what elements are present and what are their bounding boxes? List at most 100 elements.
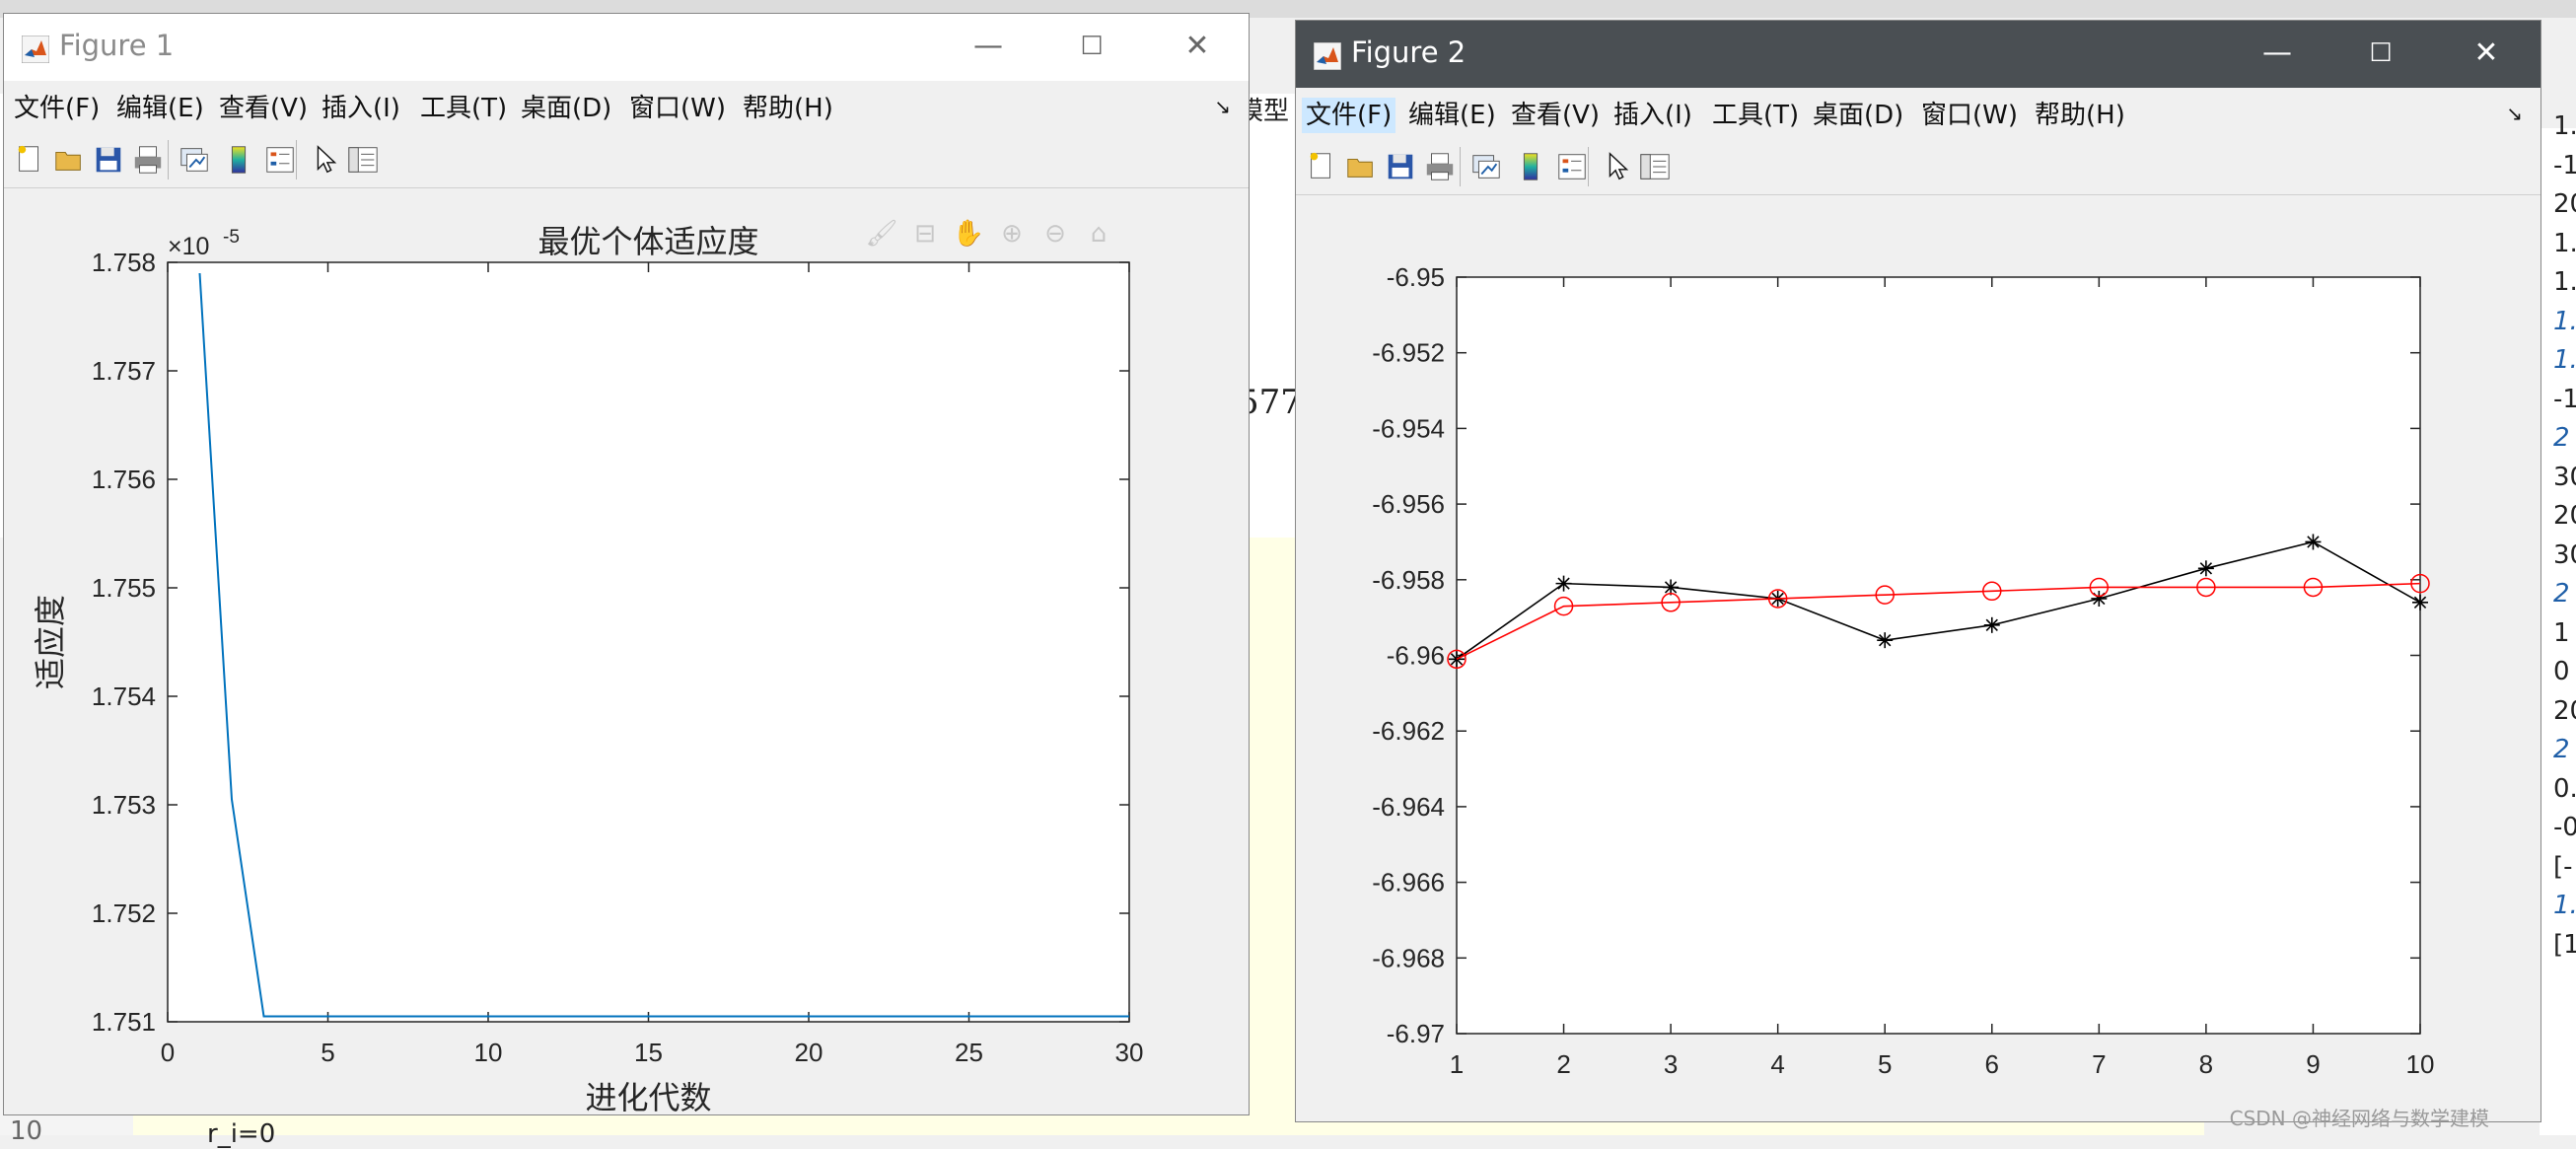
menu-item[interactable]: 帮助(H) <box>739 91 837 126</box>
workspace-value-cell: -1 <box>2553 150 2576 180</box>
menu-item[interactable]: 文件(F) <box>10 91 104 126</box>
workspace-value-cell: 2 <box>2553 735 2570 764</box>
y-tick-label: -6.962 <box>1372 716 1445 746</box>
y-tick-label: 1.751 <box>92 1007 156 1037</box>
figure1-window[interactable]: Figure 1 — ☐ ✕ 文件(F) 编辑(E) 查看(V) 插入(I) 工具(T)… <box>3 13 1250 1115</box>
x-tick-label: 30 <box>1115 1038 1144 1067</box>
save-icon[interactable] <box>91 142 126 178</box>
menu-item[interactable]: 桌面(D) <box>517 91 615 126</box>
workspace-values-column[interactable]: 1. -1 20 1. 1. 1. 1. -1 2 30 20 30 2 1 0 20 2 0. -0 [- 1. [1 <box>2540 111 2576 1135</box>
figure1-chart[interactable]: 0 5 10 15 20 25 30 1.751 1.752 1.753 1.754 1.755 1.7… <box>4 191 1249 1113</box>
menu-item[interactable]: 编辑(E) <box>1404 98 1500 133</box>
menu-dock-arrow-icon[interactable]: ↘ <box>1214 95 1231 118</box>
toolbar-separator <box>168 140 169 180</box>
workspace-value-cell: 1. <box>2553 891 2576 920</box>
menu-item[interactable]: 编辑(E) <box>112 91 208 126</box>
menu-item[interactable]: 帮助(H) <box>2031 98 2129 133</box>
x-tick-label: 0 <box>161 1038 175 1067</box>
menu-item[interactable]: 窗口(W) <box>625 91 730 126</box>
property-editor-icon[interactable] <box>345 142 381 178</box>
figure2-menubar: 文件(F) 编辑(E) 查看(V) 插入(I) 工具(T) 桌面(D) 窗口(W) 帮助(H)… <box>1296 88 2540 139</box>
menu-item[interactable]: 插入(I) <box>318 91 404 126</box>
workspace-value-cell: 1. <box>2553 228 2576 258</box>
figure1-minimize-button[interactable]: — <box>959 24 1018 69</box>
figure2-minimize-button[interactable]: — <box>2248 31 2307 76</box>
menu-item[interactable]: 工具(T) <box>1708 98 1803 133</box>
open-file-icon[interactable] <box>1343 149 1379 184</box>
y-tick-label: -6.97 <box>1387 1019 1445 1048</box>
open-file-icon[interactable] <box>51 142 87 178</box>
y-tick-label: -6.96 <box>1387 641 1445 671</box>
new-figure-icon[interactable] <box>12 142 47 178</box>
workspace-value-cell: 30 <box>2553 462 2576 492</box>
pointer-icon[interactable] <box>308 142 343 178</box>
workspace-value-cell: -1 <box>2553 384 2576 414</box>
workspace-value-cell: 0 <box>2553 657 2570 686</box>
y-tick-label: 1.753 <box>92 790 156 820</box>
y-tick-label: 1.757 <box>92 356 156 386</box>
figure2-toolbar <box>1296 139 2540 195</box>
new-figure-icon[interactable] <box>1304 149 1339 184</box>
x-tick-label: 3 <box>1664 1049 1678 1079</box>
legend-icon[interactable] <box>262 142 298 178</box>
figure2-chart[interactable]: 1 2 3 4 5 6 7 8 9 10 -6.97 -6.968 -6.966 -6.964 -6.962… <box>1296 198 2540 1120</box>
y-exponent-label: ×10 <box>168 233 209 260</box>
y-tick-label: -6.968 <box>1372 943 1445 972</box>
link-plot-icon[interactable] <box>177 142 212 178</box>
x-tick-label: 5 <box>321 1038 334 1067</box>
workspace-value-cell: [- <box>2553 851 2573 882</box>
toolbar-separator <box>1588 147 1589 186</box>
workspace-value-cell: 30 <box>2553 539 2576 570</box>
figure1-titlebar[interactable]: Figure 1 — ☐ ✕ <box>4 14 1249 81</box>
plot-area[interactable] <box>1456 276 2421 1035</box>
figure2-titlebar[interactable]: Figure 2 — ☐ ✕ <box>1296 21 2540 88</box>
y-tick-label: -6.958 <box>1372 565 1445 595</box>
workspace-value-cell: 0. <box>2553 773 2576 804</box>
csdn-watermark: CSDN @神经网络与数学建模 <box>2229 1107 2489 1130</box>
property-editor-icon[interactable] <box>1637 149 1673 184</box>
legend-icon[interactable] <box>1554 149 1590 184</box>
menu-dock-arrow-icon[interactable]: ↘ <box>2506 102 2523 125</box>
toolbar-separator <box>296 140 297 180</box>
x-tick-label: 15 <box>634 1038 663 1067</box>
print-icon[interactable] <box>1422 149 1458 184</box>
colorbar-icon[interactable] <box>1513 149 1548 184</box>
figure1-toolbar <box>4 132 1249 188</box>
print-icon[interactable] <box>130 142 166 178</box>
toolbar-separator <box>1460 147 1461 186</box>
x-tick-label: 4 <box>1770 1049 1784 1079</box>
y-tick-label: 1.755 <box>92 573 156 603</box>
menu-item[interactable]: 窗口(W) <box>1917 98 2022 133</box>
chart-title: 最优个体适应度 <box>537 223 758 260</box>
x-tick-label: 5 <box>1878 1049 1892 1079</box>
menu-item[interactable]: 工具(T) <box>416 91 511 126</box>
figure2-title: Figure 2 <box>1351 36 1467 69</box>
pointer-icon[interactable] <box>1600 149 1635 184</box>
figure2-window[interactable]: Figure 2 — ☐ ✕ 文件(F) 编辑(E) 查看(V) 插入(I) 工具(T)… <box>1295 20 2541 1122</box>
colorbar-icon[interactable] <box>221 142 256 178</box>
y-tick-label: -6.964 <box>1372 792 1445 822</box>
plot-area[interactable] <box>167 261 1130 1023</box>
workspace-value-cell: 1. <box>2553 345 2576 375</box>
workspace-value-cell: -0 <box>2553 813 2576 842</box>
menu-item[interactable]: 查看(V) <box>1507 98 1604 133</box>
figure2-close-button[interactable]: ✕ <box>2457 31 2516 76</box>
workspace-value-cell: 20 <box>2553 695 2576 726</box>
menu-item[interactable]: 文件(F) <box>1302 98 1396 133</box>
menu-item[interactable]: 桌面(D) <box>1809 98 1907 133</box>
menu-item[interactable]: 插入(I) <box>1610 98 1696 133</box>
matlab-logo-icon <box>22 36 49 63</box>
x-tick-label: 25 <box>955 1038 983 1067</box>
y-axis-label: 适应度 <box>32 595 69 689</box>
figure1-menubar: 文件(F) 编辑(E) 查看(V) 插入(I) 工具(T) 桌面(D) 窗口(W) 帮助(H)… <box>4 81 1249 132</box>
link-plot-icon[interactable] <box>1468 149 1504 184</box>
figure1-close-button[interactable]: ✕ <box>1168 24 1227 69</box>
figure1-maximize-button[interactable]: ☐ <box>1062 24 1121 69</box>
menu-item[interactable]: 查看(V) <box>215 91 312 126</box>
workspace-value-cell: 1. <box>2553 306 2576 336</box>
x-tick-label: 20 <box>795 1038 823 1067</box>
figure2-maximize-button[interactable]: ☐ <box>2351 31 2410 76</box>
save-icon[interactable] <box>1383 149 1418 184</box>
y-exponent-power: -5 <box>223 227 240 248</box>
y-tick-label: 1.754 <box>92 682 156 711</box>
